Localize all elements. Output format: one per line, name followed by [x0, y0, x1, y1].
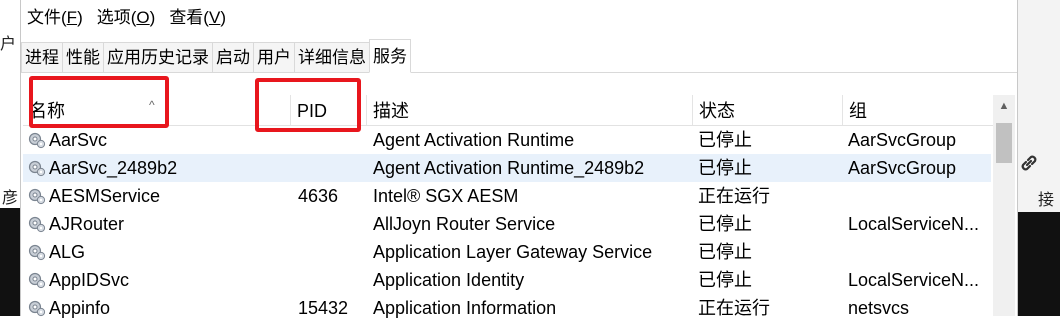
- service-description: Application Information: [373, 298, 557, 318]
- service-description: AllJoyn Router Service: [373, 214, 556, 234]
- highlight-box-pid-column: [255, 78, 361, 132]
- background-dark-panel-left: [0, 208, 22, 316]
- service-name: AarSvc: [49, 130, 108, 150]
- service-name: AESMService: [49, 186, 161, 206]
- tab-bar: 进程 性能 应用历史记录 启动 用户 详细信息 服务: [21, 39, 1017, 73]
- service-pid: 4636: [298, 186, 339, 206]
- service-status: 正在运行: [698, 298, 770, 318]
- column-header-status[interactable]: 状态: [693, 95, 843, 125]
- service-status: 已停止: [698, 130, 752, 150]
- table-row[interactable]: AJRouter AllJoyn Router Service 已停止 Loca…: [23, 210, 991, 238]
- scroll-thumb[interactable]: [996, 123, 1012, 163]
- table-header: 名称 ^ PID 描述 状态 组: [23, 95, 1015, 126]
- tab-processes[interactable]: 进程: [21, 42, 63, 72]
- service-status: 已停止: [698, 242, 752, 262]
- services-panel: 名称 ^ PID 描述 状态 组 AarSvc Agent Activation…: [21, 73, 1017, 318]
- task-manager-window: 文件(F) 选项(O) 查看(V) 进程 性能 应用历史记录 启动 用户 详细信…: [20, 0, 1018, 318]
- service-status: 正在运行: [698, 186, 770, 206]
- service-group: AarSvcGroup: [848, 130, 957, 150]
- service-description: Application Identity: [373, 270, 525, 290]
- vertical-scrollbar[interactable]: ▲: [993, 95, 1015, 316]
- service-group: AarSvcGroup: [848, 158, 957, 178]
- service-group: netsvcs: [848, 298, 910, 318]
- service-status: 已停止: [698, 270, 752, 290]
- scroll-up-icon[interactable]: ▲: [993, 95, 1015, 117]
- service-group: [848, 238, 988, 266]
- tab-performance[interactable]: 性能: [62, 42, 104, 72]
- table-row[interactable]: Appinfo 15432 Application Information 正在…: [23, 294, 991, 322]
- service-pid: [298, 154, 370, 182]
- background-right-strip: [1016, 0, 1060, 212]
- column-header-description[interactable]: 描述: [367, 95, 693, 125]
- column-header-group[interactable]: 组: [843, 95, 993, 125]
- service-description: Intel® SGX AESM: [373, 186, 519, 206]
- table-row[interactable]: ALG Application Layer Gateway Service 已停…: [23, 238, 991, 266]
- menu-bar: 文件(F) 选项(O) 查看(V): [21, 0, 1017, 36]
- service-status: 已停止: [698, 214, 752, 234]
- service-status: 已停止: [698, 158, 752, 178]
- service-pid: [298, 210, 370, 238]
- background-text-fragment: 接: [1038, 192, 1055, 209]
- table-row[interactable]: AarSvc_2489b2 Agent Activation Runtime_2…: [23, 154, 991, 182]
- service-pid: [298, 238, 370, 266]
- service-name: AppIDSvc: [49, 270, 130, 290]
- link-icon[interactable]: [1018, 152, 1040, 174]
- service-description: Agent Activation Runtime_2489b2: [373, 158, 645, 178]
- service-group: [848, 182, 988, 210]
- service-group: LocalServiceN...: [848, 270, 980, 290]
- service-group: LocalServiceN...: [848, 214, 980, 234]
- service-name: AJRouter: [49, 214, 125, 234]
- background-text-fragment: 彦: [2, 190, 19, 207]
- tab-services[interactable]: 服务: [369, 39, 411, 73]
- background-text-fragment: 户: [0, 36, 17, 53]
- table-row[interactable]: AESMService 4636 Intel® SGX AESM 正在运行: [23, 182, 991, 210]
- tab-app-history[interactable]: 应用历史记录: [103, 42, 213, 72]
- service-pid: 15432: [298, 298, 349, 318]
- menu-file[interactable]: 文件(F): [21, 3, 91, 33]
- service-description: Agent Activation Runtime: [373, 130, 575, 150]
- highlight-box-name-column: [29, 76, 169, 128]
- service-name: ALG: [49, 242, 86, 262]
- table-row[interactable]: AppIDSvc Application Identity 已停止 LocalS…: [23, 266, 991, 294]
- services-list: AarSvc Agent Activation Runtime 已停止 AarS…: [23, 126, 991, 322]
- service-pid: [298, 266, 370, 294]
- background-dark-panel-right: [1016, 212, 1060, 316]
- table-row[interactable]: AarSvc Agent Activation Runtime 已停止 AarS…: [23, 126, 991, 154]
- service-name: Appinfo: [49, 298, 111, 318]
- tab-details[interactable]: 详细信息: [294, 42, 370, 72]
- tab-startup[interactable]: 启动: [212, 42, 254, 72]
- menu-options[interactable]: 选项(O): [91, 3, 164, 33]
- service-name: AarSvc_2489b2: [49, 158, 178, 178]
- menu-view[interactable]: 查看(V): [163, 3, 234, 33]
- tab-users[interactable]: 用户: [253, 42, 295, 72]
- service-description: Application Layer Gateway Service: [373, 242, 653, 262]
